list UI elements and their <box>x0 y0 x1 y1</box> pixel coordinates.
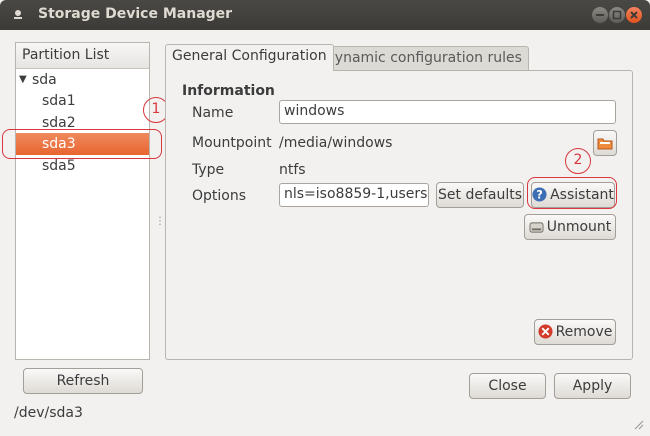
unmount-button[interactable]: Unmount <box>524 214 616 240</box>
remove-label: Remove <box>555 324 613 340</box>
app-icon <box>14 10 22 19</box>
tree-item-sda1[interactable]: sda1 <box>16 90 149 112</box>
maximize-button[interactable] <box>609 7 625 23</box>
minimize-button[interactable] <box>592 7 608 23</box>
options-input[interactable]: nls=iso8859-1,users,umask=000 <box>279 183 429 207</box>
window-title: Storage Device Manager <box>38 6 233 22</box>
annotation-marker-2: 2 <box>565 148 591 174</box>
close-window-button[interactable] <box>626 7 642 23</box>
type-label: Type <box>192 162 225 178</box>
remove-button[interactable]: Remove <box>534 319 616 345</box>
general-configuration-panel: Information Name windows Mountpoint /med… <box>165 70 633 360</box>
tab-general-configuration[interactable]: General Configuration <box>165 44 334 71</box>
options-label: Options <box>192 188 247 204</box>
drive-icon <box>529 222 544 233</box>
unmount-label: Unmount <box>546 219 612 235</box>
close-button[interactable]: Close <box>469 373 546 399</box>
tree-item-label: sda <box>32 72 57 88</box>
maximize-icon <box>612 10 622 20</box>
pane-splitter-handle[interactable]: ⋮ <box>155 216 165 227</box>
tab-dynamic-configuration-rules[interactable]: Dynamic configuration rules <box>317 46 529 70</box>
tree-item-label: sda1 <box>42 93 76 109</box>
partition-list-panel: Partition List ▼ sda sda1 sda2 sda3 sda5 <box>15 42 150 360</box>
close-icon <box>630 11 638 19</box>
minimize-icon <box>596 14 604 16</box>
resize-grip-icon[interactable] <box>632 418 644 430</box>
type-value: ntfs <box>279 162 306 178</box>
section-title-information: Information <box>182 83 275 99</box>
apply-button[interactable]: Apply <box>554 373 631 399</box>
window-titlebar: Storage Device Manager <box>0 0 650 30</box>
annotation-highlight-sda3 <box>2 129 162 159</box>
refresh-button[interactable]: Refresh <box>23 368 143 394</box>
expander-triangle-icon[interactable]: ▼ <box>19 69 27 91</box>
status-bar-text: /dev/sda3 <box>14 405 83 421</box>
annotation-highlight-assistant <box>527 177 617 209</box>
browse-folder-button[interactable] <box>593 130 617 156</box>
tree-item-sda[interactable]: ▼ sda <box>16 69 149 91</box>
remove-icon <box>538 324 553 339</box>
mountpoint-label: Mountpoint <box>192 135 272 151</box>
name-label: Name <box>192 105 234 121</box>
folder-icon <box>597 138 613 150</box>
partition-list-header[interactable]: Partition List <box>16 43 149 69</box>
name-input[interactable]: windows <box>279 100 616 124</box>
set-defaults-button[interactable]: Set defaults <box>436 182 524 208</box>
mountpoint-value: /media/windows <box>279 135 393 151</box>
